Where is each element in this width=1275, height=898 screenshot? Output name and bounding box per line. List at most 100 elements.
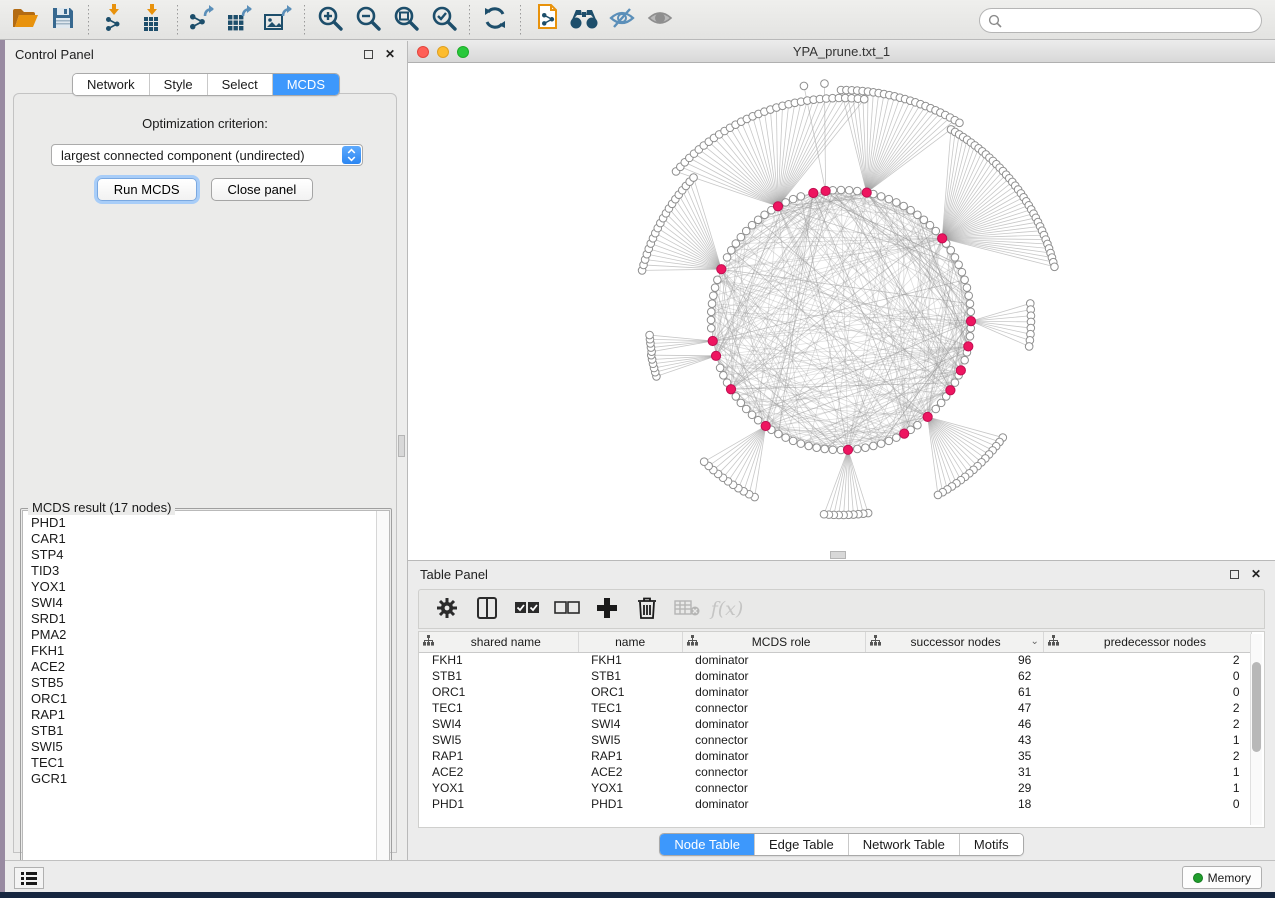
mcds-tab-content: Optimization criterion: largest connecte…: [13, 93, 397, 853]
tab-select[interactable]: Select: [208, 74, 273, 95]
mcds-result-item[interactable]: YOX1: [23, 579, 389, 595]
table-scrollbar[interactable]: [1250, 634, 1262, 825]
delete-row-button[interactable]: [629, 593, 665, 625]
mcds-result-item[interactable]: FKH1: [23, 643, 389, 659]
mcds-result-item[interactable]: CAR1: [23, 531, 389, 547]
export-network-button[interactable]: [184, 3, 222, 37]
float-panel-icon[interactable]: [361, 47, 375, 61]
mcds-hub-node[interactable]: [726, 385, 735, 394]
mcds-result-item[interactable]: SWI5: [23, 739, 389, 755]
mcds-hub-node[interactable]: [821, 186, 830, 195]
show-columns-button[interactable]: [469, 593, 505, 625]
mcds-hub-node[interactable]: [773, 202, 782, 211]
open-file-button[interactable]: [6, 3, 44, 37]
search-field[interactable]: [979, 8, 1262, 33]
mcds-hub-node[interactable]: [966, 317, 975, 326]
mcds-result-item[interactable]: PHD1: [23, 515, 389, 531]
table-row[interactable]: ORC1ORC1dominator610: [419, 684, 1252, 700]
find-button[interactable]: [565, 3, 603, 37]
unselect-all-button[interactable]: [549, 593, 585, 625]
network-window-titlebar[interactable]: YPA_prune.txt_1: [408, 41, 1275, 63]
import-network-button[interactable]: [95, 3, 133, 37]
mcds-result-item[interactable]: STB1: [23, 723, 389, 739]
mcds-hub-node[interactable]: [708, 336, 717, 345]
table-row[interactable]: STB1STB1dominator620: [419, 668, 1252, 684]
mcds-hub-node[interactable]: [761, 421, 770, 430]
mcds-hub-node[interactable]: [717, 265, 726, 274]
task-history-button[interactable]: [14, 867, 44, 889]
mcds-result-item[interactable]: TEC1: [23, 755, 389, 771]
mcds-hub-node[interactable]: [956, 366, 965, 375]
table-row[interactable]: TEC1TEC1connector472: [419, 700, 1252, 716]
memory-button[interactable]: Memory: [1182, 866, 1262, 889]
mcds-result-list[interactable]: PHD1CAR1STP4TID3YOX1SWI4SRD1PMA2FKH1ACE2…: [22, 510, 390, 878]
add-row-button[interactable]: [589, 593, 625, 625]
table-row[interactable]: RAP1RAP1dominator352: [419, 748, 1252, 764]
tab-edge-table[interactable]: Edge Table: [755, 834, 849, 855]
mcds-result-item[interactable]: STP4: [23, 547, 389, 563]
select-all-button[interactable]: [509, 593, 545, 625]
mcds-hub-node[interactable]: [946, 386, 955, 395]
mcds-hub-node[interactable]: [809, 188, 818, 197]
float-table-panel-icon[interactable]: [1227, 567, 1241, 581]
tab-network[interactable]: Network: [73, 74, 150, 95]
import-table-button[interactable]: [133, 3, 171, 37]
column-header-name[interactable]: name: [578, 632, 682, 652]
zoom-in-button[interactable]: [311, 3, 349, 37]
close-panel-button[interactable]: Close panel: [211, 178, 314, 201]
column-header-shared-name[interactable]: shared name: [419, 632, 578, 652]
mcds-hub-node[interactable]: [923, 412, 932, 421]
mcds-result-item[interactable]: GCR1: [23, 771, 389, 787]
mcds-result-item[interactable]: SRD1: [23, 611, 389, 627]
export-image-button[interactable]: [260, 3, 298, 37]
close-table-panel-icon[interactable]: ✕: [1249, 567, 1263, 581]
network-view-canvas[interactable]: [408, 63, 1275, 560]
zoom-fit-button[interactable]: [387, 3, 425, 37]
mcds-result-item[interactable]: ACE2: [23, 659, 389, 675]
settings-gear-button[interactable]: [429, 593, 465, 625]
mcds-result-item[interactable]: RAP1: [23, 707, 389, 723]
save-session-button[interactable]: [44, 3, 82, 37]
export-table-button[interactable]: [222, 3, 260, 37]
show-all-button[interactable]: [641, 3, 679, 37]
tab-network-table[interactable]: Network Table: [849, 834, 960, 855]
table-row[interactable]: PHD1PHD1dominator180: [419, 796, 1252, 812]
tab-motifs[interactable]: Motifs: [960, 834, 1023, 855]
delete-row-icon: [638, 597, 656, 622]
search-input[interactable]: [1002, 13, 1261, 28]
table-row[interactable]: YOX1YOX1connector291: [419, 780, 1252, 796]
column-header-predecessor-nodes[interactable]: predecessor nodes: [1043, 632, 1251, 652]
mcds-result-item[interactable]: PMA2: [23, 627, 389, 643]
column-header-MCDS-role[interactable]: MCDS role: [682, 632, 865, 652]
mcds-result-item[interactable]: TID3: [23, 563, 389, 579]
mcds-hub-node[interactable]: [843, 445, 852, 454]
mcds-result-item[interactable]: SWI4: [23, 595, 389, 611]
table-row[interactable]: SWI5SWI5connector431: [419, 732, 1252, 748]
table-row[interactable]: ACE2ACE2connector311: [419, 764, 1252, 780]
tab-node-table[interactable]: Node Table: [660, 834, 755, 855]
optimization-criterion-dropdown[interactable]: largest connected component (undirected): [51, 144, 363, 166]
export-network-icon: [188, 4, 218, 35]
vertical-splitter-handle[interactable]: [398, 435, 405, 457]
mcds-hub-node[interactable]: [711, 351, 720, 360]
mcds-result-item[interactable]: STB5: [23, 675, 389, 691]
mcds-result-item[interactable]: ORC1: [23, 691, 389, 707]
mcds-list-scrollbar[interactable]: [376, 511, 389, 877]
hide-selected-button[interactable]: [603, 3, 641, 37]
mcds-hub-node[interactable]: [900, 429, 909, 438]
tab-style[interactable]: Style: [150, 74, 208, 95]
column-header-successor-nodes[interactable]: successor nodes⌄: [865, 632, 1043, 652]
mcds-hub-node[interactable]: [964, 342, 973, 351]
horizontal-splitter-handle[interactable]: [830, 551, 846, 559]
tab-mcds[interactable]: MCDS: [273, 74, 339, 95]
close-panel-icon[interactable]: ✕: [383, 47, 397, 61]
refresh-button[interactable]: [476, 3, 514, 37]
network-from-file-button[interactable]: [527, 3, 565, 37]
mcds-hub-node[interactable]: [938, 234, 947, 243]
zoom-out-button[interactable]: [349, 3, 387, 37]
table-row[interactable]: SWI4SWI4dominator462: [419, 716, 1252, 732]
table-row[interactable]: FKH1FKH1dominator962: [419, 652, 1252, 668]
zoom-selected-button[interactable]: [425, 3, 463, 37]
mcds-hub-node[interactable]: [862, 188, 871, 197]
run-mcds-button[interactable]: Run MCDS: [97, 178, 197, 201]
